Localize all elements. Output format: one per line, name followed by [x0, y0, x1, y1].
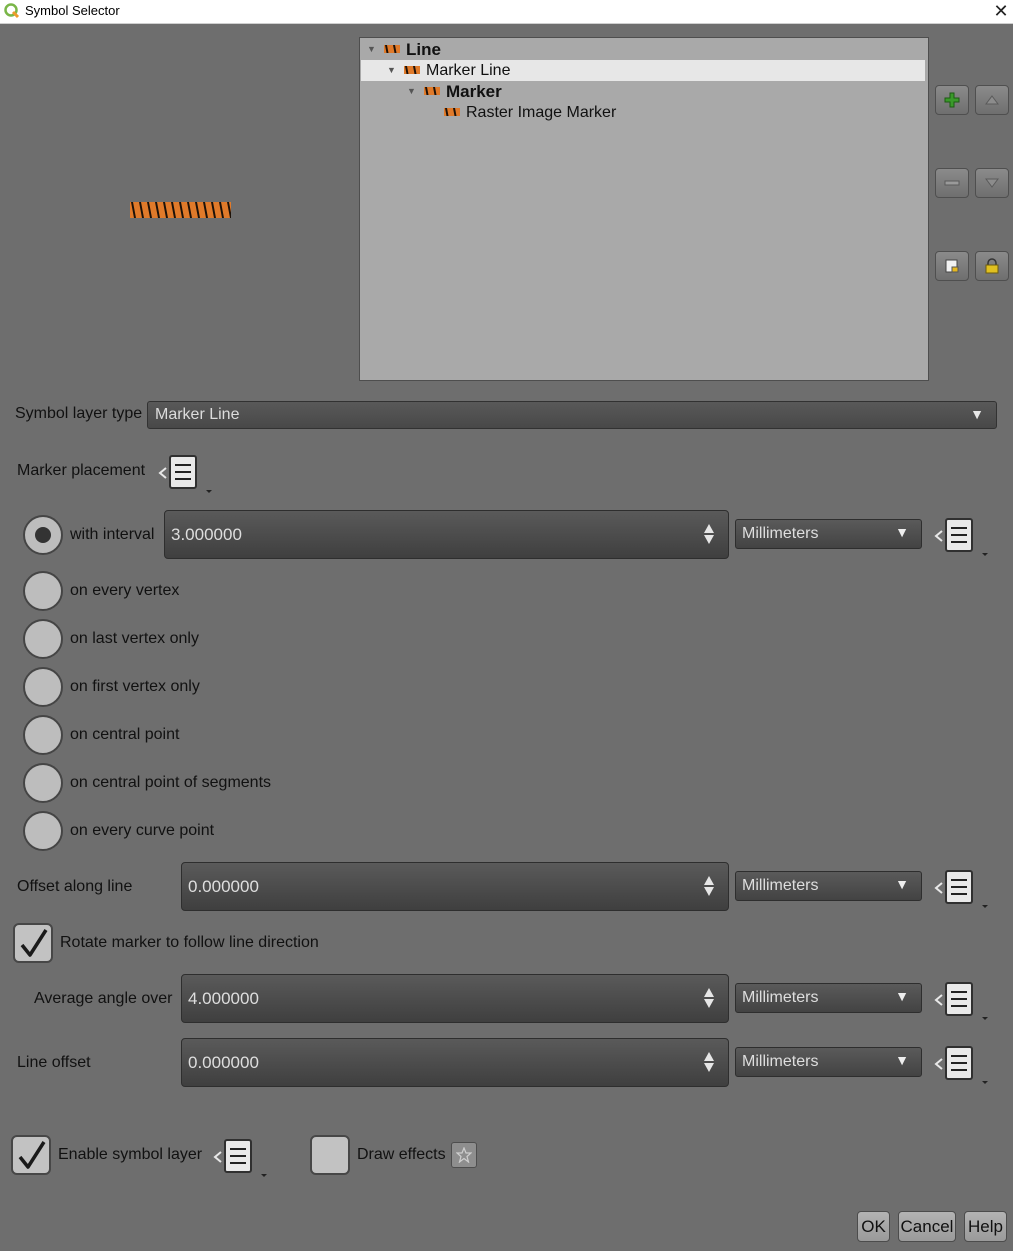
spin-arrows-icon[interactable] — [702, 523, 716, 545]
rotate-marker-label: Rotate marker to follow line direction — [60, 934, 319, 951]
chevron-down-icon: ▼ — [970, 406, 984, 422]
average-angle-label: Average angle over — [34, 990, 173, 1007]
tree-item-marker[interactable]: ▼ Marker — [360, 81, 920, 102]
line-offset-spinbox[interactable]: 0.000000 — [181, 1038, 729, 1087]
marker-line-symbol-icon — [404, 66, 420, 74]
marker-placement-label: Marker placement — [17, 462, 146, 479]
lock-color-icon — [985, 258, 999, 274]
data-defined-override-icon[interactable] — [933, 977, 989, 1023]
spin-arrows-icon[interactable] — [702, 987, 716, 1009]
data-defined-override-icon[interactable] — [933, 865, 989, 911]
symbol-layer-type-label: Symbol layer type — [15, 405, 143, 422]
chevron-down-icon: ▼ — [895, 1052, 909, 1068]
ok-button[interactable]: OK — [857, 1211, 890, 1242]
checkmark-icon — [19, 928, 49, 960]
move-up-icon — [985, 95, 999, 105]
radio-label: on every curve point — [70, 822, 215, 839]
rotate-marker-checkbox[interactable] — [13, 923, 53, 963]
lock-color-button[interactable] — [975, 251, 1009, 281]
interval-value: 3.000000 — [171, 525, 242, 544]
radio-label: on central point — [70, 726, 180, 743]
tree-item-label: Raster Image Marker — [466, 104, 617, 121]
tree-item-line[interactable]: ▼ Line — [360, 39, 920, 60]
spin-arrows-icon[interactable] — [702, 875, 716, 897]
collapse-arrow-icon[interactable]: ▼ — [407, 81, 416, 102]
radio-central-point-segments[interactable] — [23, 763, 63, 803]
title-bar: Symbol Selector ✕ — [0, 0, 1013, 24]
radio-every-vertex[interactable] — [23, 571, 63, 611]
data-defined-override-icon[interactable] — [212, 1134, 268, 1180]
star-icon — [456, 1147, 472, 1163]
draw-effects-checkbox[interactable] — [310, 1135, 350, 1175]
remove-layer-button[interactable] — [935, 168, 969, 198]
enable-symbol-layer-label: Enable symbol layer — [58, 1146, 203, 1163]
move-down-button[interactable] — [975, 168, 1009, 198]
offset-along-unit-select[interactable]: Millimeters ▼ — [735, 871, 922, 901]
symbol-layer-type-select[interactable]: Marker Line ▼ — [147, 401, 997, 429]
unit-value: Millimeters — [742, 1053, 819, 1070]
tree-item-label: Marker Line — [426, 62, 511, 79]
line-symbol-icon — [384, 45, 400, 53]
offset-along-line-spinbox[interactable]: 0.000000 — [181, 862, 729, 911]
radio-label: on central point of segments — [70, 774, 272, 791]
tree-item-label: Marker — [446, 82, 502, 101]
move-up-button[interactable] — [975, 85, 1009, 115]
effects-settings-button[interactable] — [451, 1142, 477, 1168]
average-angle-value: 4.000000 — [188, 989, 259, 1008]
data-defined-override-icon[interactable] — [933, 513, 989, 559]
unit-value: Millimeters — [742, 877, 819, 894]
window-title: Symbol Selector — [25, 3, 120, 18]
line-offset-label: Line offset — [17, 1054, 91, 1071]
spin-arrows-icon[interactable] — [702, 1051, 716, 1073]
unit-value: Millimeters — [742, 525, 819, 542]
radio-first-vertex[interactable] — [23, 667, 63, 707]
line-offset-unit-select[interactable]: Millimeters ▼ — [735, 1047, 922, 1077]
radio-central-point[interactable] — [23, 715, 63, 755]
average-angle-spinbox[interactable]: 4.000000 — [181, 974, 729, 1023]
radio-label: with interval — [70, 526, 155, 543]
add-layer-icon — [944, 92, 960, 108]
data-defined-override-icon[interactable] — [157, 450, 213, 496]
tree-item-raster-image-marker[interactable]: Raster Image Marker — [360, 102, 920, 123]
radio-label: on last vertex only — [70, 630, 199, 647]
cancel-button[interactable]: Cancel — [898, 1211, 956, 1242]
line-offset-value: 0.000000 — [188, 1053, 259, 1072]
collapse-arrow-icon[interactable]: ▼ — [387, 60, 396, 81]
radio-every-curve-point[interactable] — [23, 811, 63, 851]
chevron-down-icon: ▼ — [895, 876, 909, 892]
symbol-preview — [130, 202, 231, 218]
close-icon[interactable]: ✕ — [989, 0, 1013, 24]
average-angle-unit-select[interactable]: Millimeters ▼ — [735, 983, 922, 1013]
duplicate-layer-icon — [945, 259, 959, 273]
symbol-layer-type-value: Marker Line — [155, 406, 240, 423]
chevron-down-icon: ▼ — [895, 524, 909, 540]
tree-item-marker-line[interactable]: ▼ Marker Line — [361, 60, 925, 81]
unit-value: Millimeters — [742, 989, 819, 1006]
remove-layer-icon — [944, 180, 960, 186]
chevron-down-icon: ▼ — [895, 988, 909, 1004]
radio-last-vertex[interactable] — [23, 619, 63, 659]
marker-symbol-icon — [424, 87, 440, 95]
tree-item-label: Line — [406, 40, 441, 59]
add-layer-button[interactable] — [935, 85, 969, 115]
draw-effects-label: Draw effects — [357, 1146, 446, 1163]
raster-marker-symbol-icon — [444, 108, 460, 116]
interval-spinbox[interactable]: 3.000000 — [164, 510, 729, 559]
duplicate-layer-button[interactable] — [935, 251, 969, 281]
move-down-icon — [985, 178, 999, 188]
checkmark-icon — [17, 1140, 47, 1172]
help-button[interactable]: Help — [964, 1211, 1007, 1242]
enable-symbol-layer-checkbox[interactable] — [11, 1135, 51, 1175]
symbol-layers-tree[interactable]: ▼ Line ▼ Marker Line ▼ Marker Raster Ima… — [359, 37, 929, 381]
radio-with-interval[interactable] — [23, 515, 63, 555]
radio-label: on first vertex only — [70, 678, 200, 695]
offset-along-line-label: Offset along line — [17, 878, 133, 895]
radio-label: on every vertex — [70, 582, 180, 599]
interval-unit-select[interactable]: Millimeters ▼ — [735, 519, 922, 549]
data-defined-override-icon[interactable] — [933, 1041, 989, 1087]
collapse-arrow-icon[interactable]: ▼ — [367, 39, 376, 60]
offset-along-line-value: 0.000000 — [188, 877, 259, 896]
qgis-icon — [4, 3, 20, 19]
